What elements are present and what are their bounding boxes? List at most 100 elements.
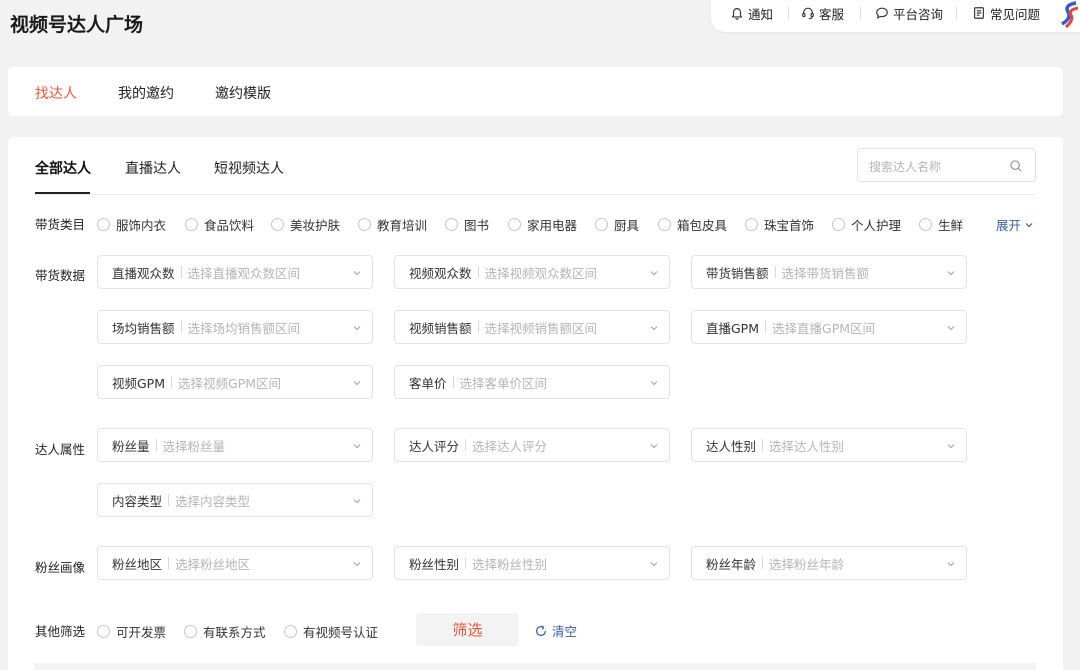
select-separator: [168, 557, 170, 569]
notification-link[interactable]: 通知: [730, 4, 773, 22]
tab-invitation-templates[interactable]: 邀约模版: [215, 83, 271, 103]
radio-circle: [271, 218, 284, 231]
chevron-down-icon: [353, 562, 361, 567]
select-separator: [762, 557, 764, 569]
select-label: 直播观众数: [112, 265, 175, 281]
select-placeholder: 选择粉丝年龄: [769, 556, 845, 572]
select-separator: [465, 439, 467, 451]
select-label: 粉丝年龄: [706, 556, 757, 572]
tab-find-talent[interactable]: 找达人: [35, 83, 77, 103]
top-divider: [860, 6, 861, 20]
invoice-available-option[interactable]: 可开发票: [97, 622, 166, 641]
category-option[interactable]: 图书: [445, 215, 489, 234]
content-type-select[interactable]: 内容类型 选择内容类型: [97, 483, 373, 517]
select-label: 粉丝量: [112, 438, 150, 454]
chevron-down-icon: [947, 271, 955, 276]
channels-verified-option[interactable]: 有视频号认证: [284, 622, 378, 641]
category-option[interactable]: 珠宝首饰: [745, 215, 814, 234]
chevron-down-icon: [650, 444, 658, 449]
top-utility-bar: 通知 客服 平台咨询 常见问题: [711, 0, 1080, 32]
follower-count-select[interactable]: 粉丝量 选择粉丝量: [97, 428, 373, 462]
other-filters-row-label: 其他筛选: [35, 624, 86, 639]
results-header-strip: [34, 663, 1036, 670]
select-label: 视频观众数: [409, 265, 472, 281]
chevron-down-icon: [947, 444, 955, 449]
select-placeholder: 选择客单价区间: [459, 375, 548, 391]
clear-button[interactable]: 清空: [534, 621, 577, 640]
brand-logo: [1058, 0, 1080, 30]
category-option[interactable]: 食品饮料: [185, 215, 254, 234]
category-option-label: 食品饮料: [204, 218, 255, 233]
radio-circle: [595, 218, 608, 231]
category-option-label: 服饰内衣: [116, 218, 167, 233]
sales-amount-select[interactable]: 带货销售额 选择带货销售额: [691, 255, 967, 289]
radio-circle: [919, 218, 932, 231]
search-icon: [1010, 160, 1022, 172]
select-placeholder: 选择粉丝地区: [175, 556, 251, 572]
category-option[interactable]: 生鲜: [919, 215, 963, 234]
category-option[interactable]: 个人护理: [832, 215, 901, 234]
tab-my-invitations[interactable]: 我的邀约: [118, 83, 174, 103]
category-option-label: 箱包皮具: [677, 218, 728, 233]
subtab-short-video-talent[interactable]: 短视频达人: [214, 158, 284, 178]
has-contact-option[interactable]: 有联系方式: [184, 622, 266, 641]
expand-categories-button[interactable]: 展开: [996, 215, 1034, 234]
faq-link[interactable]: 常见问题: [972, 4, 1040, 22]
chevron-down-icon: [947, 326, 955, 331]
tab-divider: [35, 194, 1036, 195]
document-icon: [974, 7, 984, 19]
select-label: 客单价: [409, 375, 447, 391]
category-option-label: 美妆护肤: [290, 218, 341, 233]
search-placeholder: 搜索达人名称: [869, 160, 942, 174]
fan-gender-select[interactable]: 粉丝性别 选择粉丝性别: [394, 546, 670, 580]
talent-gender-select[interactable]: 达人性别 选择达人性别: [691, 428, 967, 462]
category-option[interactable]: 美妆护肤: [271, 215, 340, 234]
category-option[interactable]: 服饰内衣: [97, 215, 166, 234]
select-label: 直播GPM: [706, 320, 760, 336]
select-placeholder: 选择达人性别: [769, 438, 845, 454]
category-option[interactable]: 家用电器: [508, 215, 577, 234]
video-sales-select[interactable]: 视频销售额 选择视频销售额区间: [394, 310, 670, 344]
category-option[interactable]: 教育培训: [358, 215, 427, 234]
select-label: 粉丝地区: [112, 556, 163, 572]
subtab-live-talent[interactable]: 直播达人: [125, 158, 181, 178]
select-placeholder: 选择内容类型: [175, 493, 251, 509]
live-gpm-select[interactable]: 直播GPM 选择直播GPM区间: [691, 310, 967, 344]
live-viewers-select[interactable]: 直播观众数 选择直播观众数区间: [97, 255, 373, 289]
search-input[interactable]: 搜索达人名称: [857, 148, 1036, 182]
talent-rating-select[interactable]: 达人评分 选择达人评分: [394, 428, 670, 462]
category-option-label: 图书: [464, 218, 490, 233]
category-option[interactable]: 箱包皮具: [658, 215, 727, 234]
category-row-label: 带货类目: [35, 217, 86, 232]
select-placeholder: 选择直播GPM区间: [772, 320, 876, 336]
clear-label: 清空: [552, 624, 578, 639]
select-label: 视频GPM: [112, 375, 166, 391]
video-viewers-select[interactable]: 视频观众数 选择视频观众数区间: [394, 255, 670, 289]
category-option-label: 家用电器: [527, 218, 578, 233]
radio-circle: [284, 625, 297, 638]
chevron-down-icon: [947, 562, 955, 567]
customer-service-link[interactable]: 客服: [801, 4, 844, 22]
fan-age-select[interactable]: 粉丝年龄 选择粉丝年龄: [691, 546, 967, 580]
chevron-down-icon: [353, 326, 361, 331]
select-placeholder: 选择视频销售额区间: [484, 320, 598, 336]
option-label: 可开发票: [116, 625, 167, 640]
select-label: 场均销售额: [112, 320, 175, 336]
video-gpm-select[interactable]: 视频GPM 选择视频GPM区间: [97, 365, 373, 399]
select-separator: [155, 439, 157, 451]
fan-region-select[interactable]: 粉丝地区 选择粉丝地区: [97, 546, 373, 580]
radio-circle: [184, 625, 197, 638]
radio-circle: [445, 218, 458, 231]
radio-circle: [745, 218, 758, 231]
subtab-all-talent[interactable]: 全部达人: [35, 158, 91, 178]
filter-button[interactable]: 筛选: [416, 613, 519, 646]
chevron-down-icon: [353, 381, 361, 386]
chevron-down-icon: [650, 562, 658, 567]
category-option[interactable]: 厨具: [595, 215, 639, 234]
avg-sales-per-session-select[interactable]: 场均销售额 选择场均销售额区间: [97, 310, 373, 344]
headset-icon: [802, 7, 814, 20]
select-label: 达人性别: [706, 438, 757, 454]
avg-order-price-select[interactable]: 客单价 选择客单价区间: [394, 365, 670, 399]
platform-consult-link[interactable]: 平台咨询: [875, 4, 943, 22]
attributes-row-label: 达人属性: [35, 442, 86, 457]
